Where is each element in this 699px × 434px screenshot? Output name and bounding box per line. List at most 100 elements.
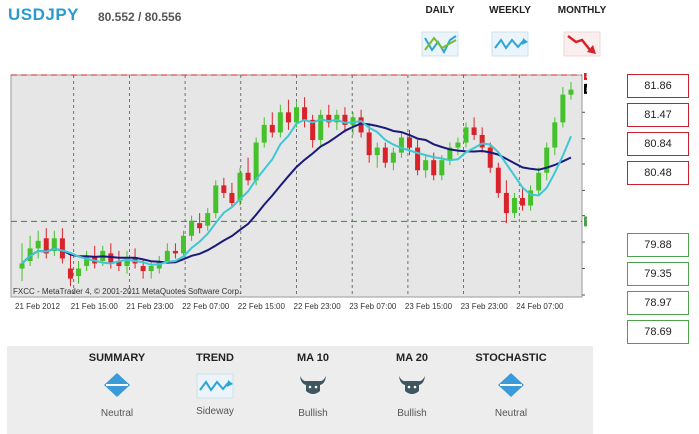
pair-title: USDJPY [8, 5, 80, 24]
candle-body [180, 235, 186, 254]
indicator-value: Bullish [298, 408, 328, 419]
candle-body [148, 266, 154, 272]
trend-indicator[interactable]: TREND Sideway [165, 352, 265, 417]
candle-body [245, 172, 251, 181]
neutral-diamond-icon [498, 373, 524, 397]
timeframe-weekly[interactable]: WEEKLY [480, 5, 540, 58]
bid-ask-quote: 80.552 / 80.556 [98, 10, 182, 24]
candle-body [221, 185, 227, 193]
candle-body [108, 253, 114, 264]
resistance-level-3: 80.84 [627, 132, 689, 156]
candle-body [471, 127, 477, 135]
candle-body [382, 147, 388, 163]
candle-body [205, 213, 211, 226]
indicator-label: STOCHASTIC [475, 352, 547, 364]
resistance-level-4: 80.48 [627, 161, 689, 185]
candle-body [398, 137, 404, 153]
summary-indicator[interactable]: SUMMARY Neutral [67, 352, 167, 419]
candle-body [568, 89, 574, 95]
candle-body [229, 192, 235, 204]
sideway-trend-icon [196, 373, 234, 399]
indicator-value: Bullish [397, 408, 427, 419]
candle-body [423, 160, 429, 171]
x-tick-label: 22 Feb 15:00 [238, 302, 286, 311]
candle-body [479, 134, 485, 148]
timeframe-daily[interactable]: DAILY [410, 5, 470, 58]
candle-body [189, 220, 195, 236]
candle-body [495, 167, 501, 193]
support-level-1: 79.88 [627, 233, 689, 257]
candle-body [439, 160, 445, 176]
candle-body [197, 223, 203, 229]
candle-body [302, 107, 308, 120]
candle-body [431, 160, 437, 176]
support-price-label: 79.887 [586, 217, 587, 226]
timeframe-label: WEEKLY [489, 5, 531, 16]
resistance-level-1: 81.86 [627, 74, 689, 98]
timeframe-label: MONTHLY [557, 5, 607, 16]
downtrend-arrow-icon [563, 31, 601, 57]
indicator-label: MA 20 [396, 352, 428, 364]
bull-icon [300, 376, 326, 394]
x-tick-label: 21 Feb 2012 [15, 302, 60, 311]
candle-body [261, 124, 267, 143]
candle-body [19, 263, 25, 269]
candle-body [536, 172, 542, 191]
support-level-3: 78.97 [627, 291, 689, 315]
support-level-2: 79.35 [627, 262, 689, 286]
indicator-label: TREND [196, 352, 234, 364]
ma20-indicator[interactable]: MA 20 Bullish [362, 352, 462, 419]
copyright-text: FXCC - MetaTrader 4, © 2001-2011 MetaQuo… [13, 287, 241, 296]
sideway-trend-icon [421, 31, 459, 57]
candle-body [552, 122, 558, 148]
candle-body [293, 107, 300, 123]
candle-body [213, 185, 219, 214]
candle-body [560, 94, 566, 123]
bull-icon [399, 376, 425, 394]
candle-body [164, 250, 170, 261]
candle-body [374, 147, 380, 156]
candle-body [172, 250, 178, 254]
sideway-trend-icon [491, 31, 529, 57]
candle-body [59, 238, 65, 259]
candle-body [253, 142, 259, 181]
x-tick-label: 23 Feb 15:00 [405, 302, 453, 311]
candle-body [390, 152, 396, 163]
timeframe-monthly[interactable]: MONTHLY [552, 5, 612, 58]
ma10-indicator[interactable]: MA 10 Bullish [263, 352, 363, 419]
candle-body [35, 240, 41, 249]
price-chart[interactable]: 80.32080.21580.11580.01079.91079.80579.7… [7, 73, 587, 316]
candle-body [503, 192, 509, 214]
x-tick-label: 21 Feb 15:00 [71, 302, 119, 311]
resistance-level-2: 81.47 [627, 103, 689, 127]
candle-body [277, 112, 283, 133]
x-tick-label: 21 Feb 23:00 [126, 302, 174, 311]
current-price-label: 80.413 [586, 85, 587, 94]
support-level-4: 78.69 [627, 320, 689, 344]
candlestick-chart: 80.32080.21580.11580.01079.91079.80579.7… [7, 73, 587, 316]
resistance-price-label: 80.468 [586, 73, 587, 80]
candle-body [511, 197, 517, 214]
x-tick-label: 24 Feb 07:00 [516, 302, 564, 311]
candle-body [269, 124, 275, 133]
indicator-label: MA 10 [297, 352, 329, 364]
timeframe-label: DAILY [425, 5, 455, 16]
x-tick-label: 22 Feb 23:00 [294, 302, 342, 311]
neutral-diamond-icon [104, 373, 130, 397]
indicator-value: Neutral [494, 408, 528, 419]
candle-body [415, 147, 421, 171]
candle-body [463, 127, 469, 143]
x-tick-label: 22 Feb 07:00 [182, 302, 230, 311]
indicator-value: Sideway [196, 406, 234, 417]
x-tick-label: 23 Feb 23:00 [461, 302, 509, 311]
candle-body [76, 268, 82, 277]
candle-body [407, 137, 413, 148]
candle-body [455, 142, 461, 148]
indicator-summary-bar: SUMMARY Neutral TREND Sideway MA 10 Bull… [7, 346, 593, 434]
x-tick-label: 23 Feb 07:00 [349, 302, 397, 311]
candle-body [366, 132, 372, 156]
stochastic-indicator[interactable]: STOCHASTIC Neutral [461, 352, 561, 419]
candle-body [520, 197, 526, 206]
candle-body [285, 112, 291, 123]
candle-body [140, 266, 146, 272]
